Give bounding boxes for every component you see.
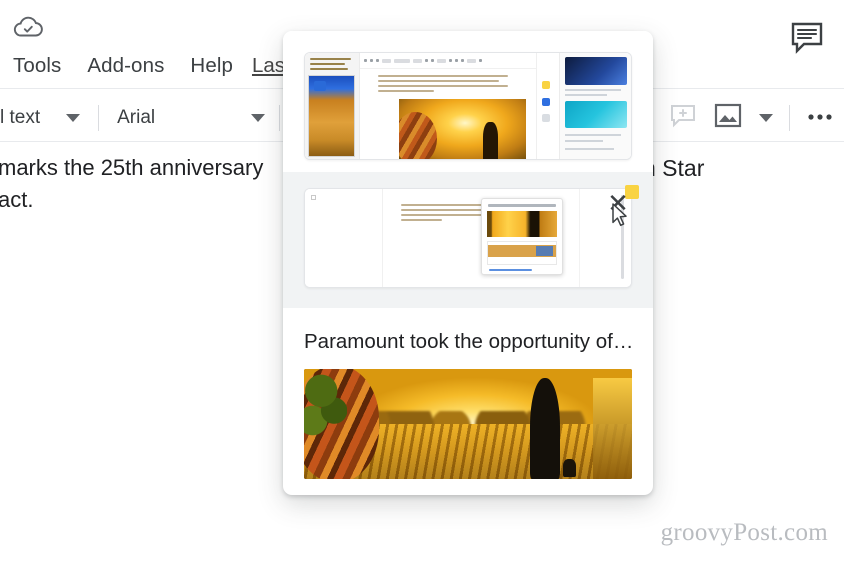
mini2-corner-marker [311,195,316,200]
paragraph-style-dropdown[interactable]: l text [0,107,81,129]
mini-outline-title [310,58,354,73]
mini-docs-window-2 [305,189,631,287]
mini2-document-pane [383,189,579,287]
chevron-down-icon [66,114,81,122]
preview-caption: Paramount took the opportunity of… [304,330,634,353]
toolbar-separator [789,105,790,131]
mini2-preview-popup [481,198,564,275]
thumbnail-row-2: ✕ [283,172,653,308]
mini-toolbar [360,53,537,69]
docs-screenshot-thumbnail-1[interactable] [304,52,632,160]
screenshot-root: Tools Add-ons Help Las l text Arial mark… [0,0,844,563]
chevron-down-icon[interactable] [759,114,773,122]
mini-figure-silhouette [482,121,499,159]
chevron-down-icon [251,114,266,122]
mini2-left-margin [305,189,384,287]
toolbar-separator [98,105,100,131]
mini-paragraph [378,75,519,95]
toolbar-right-group [669,95,834,141]
thumbnail-row-1 [283,31,653,172]
more-options-icon[interactable] [806,109,834,127]
right-bush-layer [592,377,632,479]
leaves-shape [304,371,347,438]
docs-screenshot-thumbnail-2[interactable] [304,188,632,288]
mini-document-pane [360,53,537,159]
sunset-field-preview[interactable] [304,369,632,479]
mini-barrel-shape [399,112,438,159]
arrow-cursor [612,203,630,229]
preview-image-wrapper [283,369,653,495]
rail-dot-yellow [542,80,551,89]
mini-result-image-1 [564,57,627,85]
font-family-dropdown[interactable]: Arial [117,107,266,129]
paragraph-style-label: l text [0,107,41,128]
menu-item-help[interactable]: Help [177,54,246,78]
image-preview-popup: ✕ Paramount took the opportunity of… [283,31,653,495]
watermark: groovyPost.com [660,519,828,546]
mini2-popup-screenshot [487,241,558,265]
comment-history-icon[interactable] [788,20,826,54]
rail-dot-gray [542,114,551,123]
mini2-popup-hero-image [487,211,558,237]
rail-dot-blue [542,97,551,106]
dog-silhouette [563,459,577,477]
add-comment-icon[interactable] [669,103,697,134]
mini-result-image-2 [564,100,627,129]
mini-outline-pane [305,53,361,159]
menu-item-tools[interactable]: Tools [0,54,74,78]
menubar: Tools Add-ons Help Las [0,48,291,84]
menu-item-addons[interactable]: Add-ons [74,54,177,78]
mini-explore-pane [559,53,631,159]
insert-image-icon[interactable] [713,102,743,135]
mini-hero-image [399,99,526,159]
font-family-label: Arial [117,107,156,128]
mini2-popup-title [488,204,557,207]
mini-outline-thumbnail [308,75,355,157]
mini-docs-window [305,53,631,159]
toolbar-separator [279,105,281,131]
mini-sidebar-rail [536,53,560,159]
cloud-check-icon[interactable] [12,14,46,42]
mini2-popup-link [489,269,533,271]
figure-silhouette [530,377,560,479]
